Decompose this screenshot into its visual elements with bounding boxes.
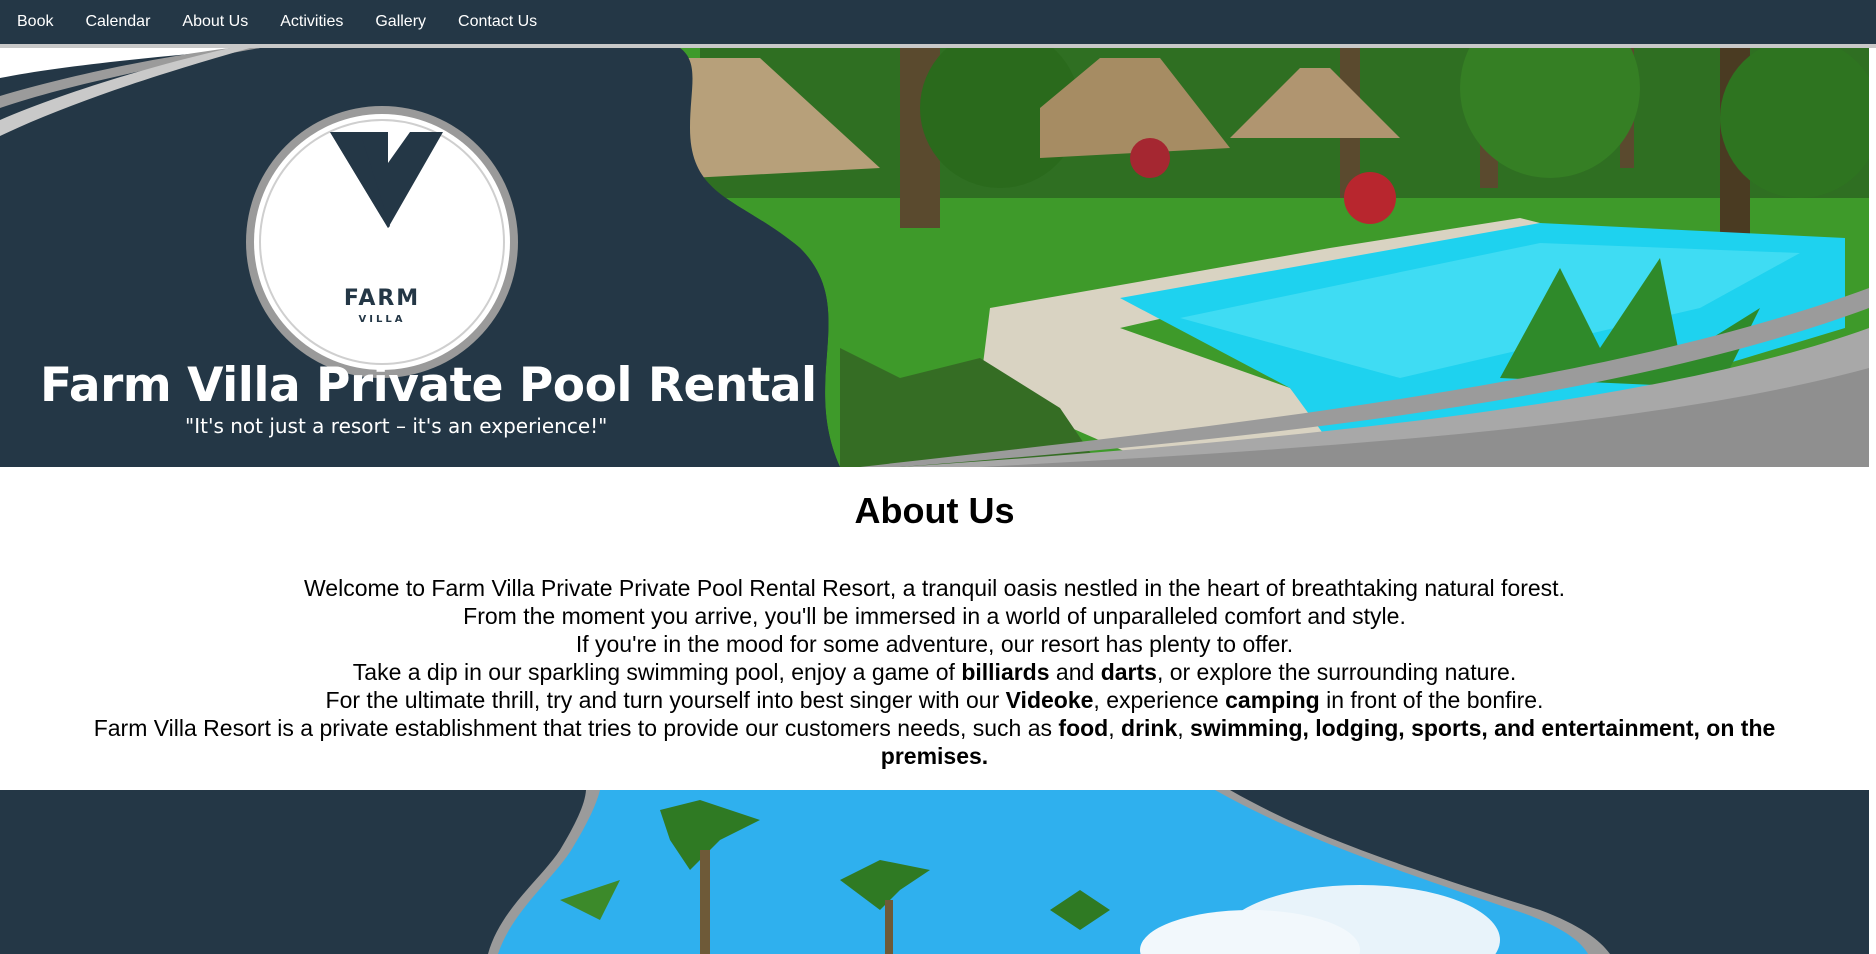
about-section: About Us Welcome to Farm Villa Private P… — [0, 467, 1869, 790]
text-span: , experience — [1093, 687, 1226, 713]
bottom-banner — [0, 790, 1869, 954]
banner-edge — [1869, 48, 1876, 467]
text-span: in front of the bonfire. — [1319, 687, 1544, 713]
nav-activities-link[interactable]: Activities — [280, 13, 343, 31]
bold-text: billiards — [961, 659, 1050, 685]
beach-photo — [498, 790, 1588, 954]
about-line: From the moment you arrive, you'll be im… — [463, 603, 1406, 629]
logo-villa-text: VILLA — [358, 314, 406, 325]
bold-text: Videoke — [1005, 687, 1094, 713]
about-line: Welcome to Farm Villa Private Private Po… — [304, 575, 1565, 601]
bold-text: food — [1058, 715, 1109, 741]
bold-text: camping — [1225, 687, 1320, 713]
nav-book-link[interactable]: Book — [17, 13, 53, 31]
nav-gallery-link[interactable]: Gallery — [375, 13, 426, 31]
logo-farm-text: FARM — [343, 286, 421, 311]
banner-title: Farm Villa Private Pool Rental — [40, 358, 817, 413]
about-line: Take a dip in our sparkling swimming poo… — [50, 658, 1819, 686]
about-line: Farm Villa Resort is a private establish… — [50, 714, 1819, 770]
text-span: For the ultimate thrill, try and turn yo… — [325, 687, 1006, 713]
nav-contact-us-link[interactable]: Contact Us — [458, 13, 537, 31]
bold-text: darts — [1100, 659, 1157, 685]
banner-tagline: "It's not just a resort – it's an experi… — [185, 414, 608, 438]
text-span: Farm Villa Resort is a private establish… — [93, 715, 1059, 741]
logo: FARM VILLA — [244, 110, 520, 374]
bottom-artwork — [488, 790, 1610, 954]
about-text: Welcome to Farm Villa Private Private Po… — [50, 574, 1819, 770]
text-span: Take a dip in our sparkling swimming poo… — [352, 659, 962, 685]
about-line: For the ultimate thrill, try and turn yo… — [50, 686, 1819, 714]
bottom-edge — [1869, 790, 1876, 954]
text-span: and — [1049, 659, 1101, 685]
text-span: , — [1177, 715, 1191, 741]
text-span: , — [1108, 715, 1122, 741]
bold-text: drink — [1121, 715, 1178, 741]
nav-about-us-link[interactable]: About Us — [182, 13, 248, 31]
about-heading: About Us — [854, 490, 1015, 531]
about-line: If you're in the mood for some adventure… — [575, 631, 1294, 657]
top-navigation: Book Calendar About Us Activities Galler… — [0, 0, 1876, 44]
nav-calendar-link[interactable]: Calendar — [85, 13, 150, 31]
text-span: , or explore the surrounding nature. — [1156, 659, 1517, 685]
